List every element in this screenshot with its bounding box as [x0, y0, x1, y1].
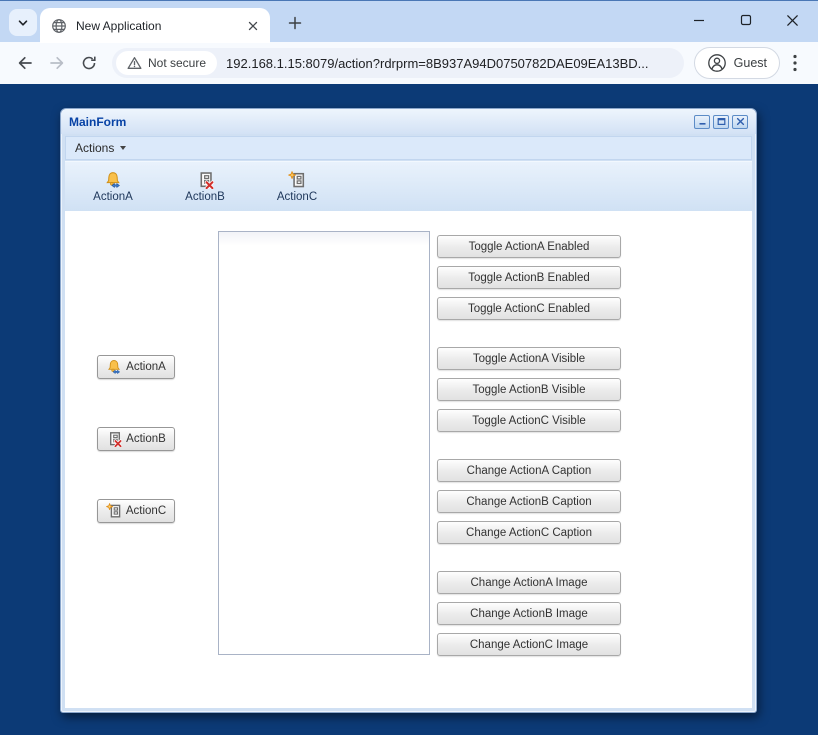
- menu-actions[interactable]: Actions: [75, 141, 127, 155]
- not-secure-label: Not secure: [148, 56, 207, 70]
- toggle-actionc-visible-button[interactable]: Toggle ActionC Visible: [437, 409, 621, 432]
- form-new-icon: [288, 170, 305, 187]
- mainform-body: Actions ActionA ActionB ActionC ActionA …: [61, 134, 756, 712]
- window-minimize-button[interactable]: [675, 1, 722, 39]
- toggle-actionc-enabled-button[interactable]: Toggle ActionC Enabled: [437, 297, 621, 320]
- refresh-icon: [82, 56, 96, 70]
- actionc-button-label: ActionC: [125, 505, 167, 517]
- plus-icon: [288, 16, 302, 30]
- bell-swap-icon: [108, 360, 121, 375]
- maximize-icon: [717, 118, 725, 126]
- toggle-actiona-visible-button[interactable]: Toggle ActionA Visible: [437, 347, 621, 370]
- tab-close-icon[interactable]: [244, 17, 262, 35]
- window-close-button[interactable]: [769, 1, 816, 39]
- toggle-actionb-enabled-button[interactable]: Toggle ActionB Enabled: [437, 266, 621, 289]
- form-new-icon: [106, 503, 121, 518]
- chevron-down-icon: [18, 19, 28, 26]
- actiona-button[interactable]: ActionA: [97, 355, 175, 379]
- minimize-icon: [699, 123, 705, 125]
- actionb-button[interactable]: ActionB: [97, 427, 175, 451]
- window-controls: [675, 1, 816, 39]
- back-arrow-icon: [18, 56, 32, 70]
- change-actionc-caption-button[interactable]: Change ActionC Caption: [437, 521, 621, 544]
- warning-triangle-icon: [127, 57, 142, 69]
- back-button[interactable]: [10, 48, 40, 78]
- close-icon: [787, 14, 798, 26]
- toggle-actionb-visible-button[interactable]: Toggle ActionB Visible: [437, 378, 621, 401]
- person-icon: [707, 54, 726, 72]
- tab-search-button[interactable]: [9, 9, 37, 36]
- action-toolbar: ActionA ActionB ActionC: [65, 161, 752, 211]
- globe-icon: [52, 18, 66, 33]
- change-actionb-caption-button[interactable]: Change ActionB Caption: [437, 490, 621, 513]
- page-background: MainForm Actions ActionA ActionB ActionC…: [0, 84, 818, 735]
- toolbar-item-label: ActionC: [276, 190, 318, 203]
- client-area: ActionA ActionB ActionC Toggle ActionA E…: [65, 211, 752, 708]
- form-delete-icon: [200, 171, 214, 189]
- change-actiona-caption-button[interactable]: Change ActionA Caption: [437, 459, 621, 482]
- mainform-window: MainForm Actions ActionA ActionB ActionC…: [60, 108, 757, 713]
- mainform-close-button[interactable]: [732, 114, 748, 129]
- forward-button[interactable]: [42, 48, 72, 78]
- toolbar-item-actiona[interactable]: ActionA: [67, 162, 159, 211]
- forward-arrow-icon: [50, 56, 64, 70]
- close-icon: [736, 117, 744, 126]
- toolbar-item-actionb[interactable]: ActionB: [159, 162, 251, 211]
- kebab-icon: [793, 54, 797, 72]
- address-bar[interactable]: Not secure 192.168.1.15:8079/action?rdrp…: [112, 48, 684, 78]
- actionb-button-label: ActionB: [126, 433, 166, 445]
- bell-swap-icon: [106, 171, 120, 188]
- caret-down-icon: [120, 146, 127, 150]
- maximize-icon: [740, 14, 751, 26]
- change-actionc-image-button[interactable]: Change ActionC Image: [437, 633, 621, 656]
- toolbar-item-actionc[interactable]: ActionC: [251, 162, 343, 211]
- tab-title: New Application: [76, 18, 162, 33]
- mainform-maximize-button[interactable]: [713, 114, 729, 129]
- actiona-button-label: ActionA: [126, 361, 166, 373]
- actionc-button[interactable]: ActionC: [97, 499, 175, 523]
- window-maximize-button[interactable]: [722, 1, 769, 39]
- browser-menu-button[interactable]: [782, 48, 808, 78]
- menu-bar: Actions: [65, 136, 752, 160]
- mainform-window-controls: [694, 114, 748, 129]
- minimize-icon: [693, 19, 704, 22]
- menu-actions-label: Actions: [75, 141, 115, 155]
- change-actiona-image-button[interactable]: Change ActionA Image: [437, 571, 621, 594]
- browser-tab[interactable]: New Application: [40, 8, 270, 43]
- new-tab-button[interactable]: [282, 10, 308, 36]
- browser-toolbar: Not secure 192.168.1.15:8079/action?rdrp…: [0, 42, 818, 84]
- mainform-titlebar[interactable]: MainForm: [61, 109, 756, 134]
- form-delete-icon: [110, 432, 123, 447]
- url-text: 192.168.1.15:8079/action?rdrprm=8B937A94…: [226, 55, 649, 71]
- toolbar-item-label: ActionA: [93, 190, 133, 203]
- listbox[interactable]: [218, 231, 430, 655]
- profile-label: Guest: [733, 56, 767, 70]
- mainform-title: MainForm: [69, 114, 127, 129]
- mainform-minimize-button[interactable]: [694, 114, 710, 129]
- browser-tab-strip: New Application: [0, 0, 818, 43]
- refresh-button[interactable]: [74, 48, 104, 78]
- toolbar-item-label: ActionB: [185, 190, 225, 203]
- profile-button[interactable]: Guest: [693, 47, 780, 79]
- change-actionb-image-button[interactable]: Change ActionB Image: [437, 602, 621, 625]
- toggle-actiona-enabled-button[interactable]: Toggle ActionA Enabled: [437, 235, 621, 258]
- not-secure-chip[interactable]: Not secure: [116, 51, 218, 75]
